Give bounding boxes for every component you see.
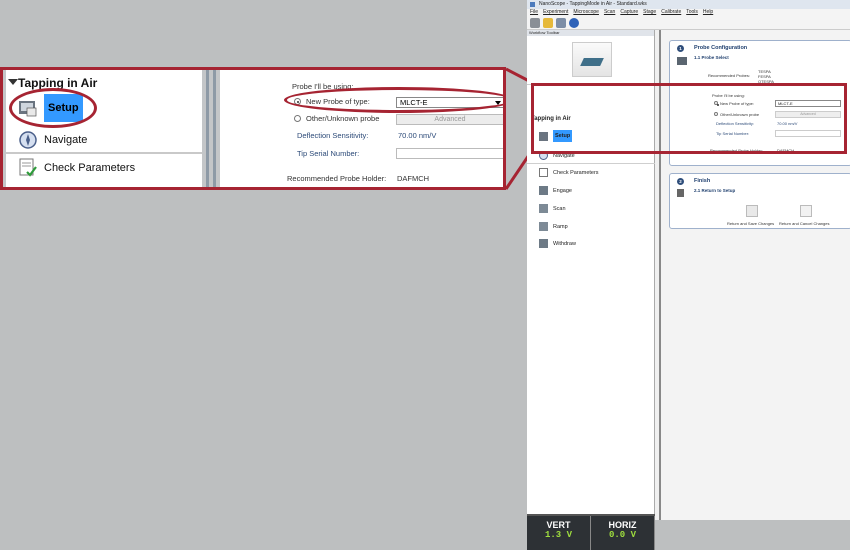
ramp-icon — [539, 222, 548, 231]
workflow-item-ramp[interactable]: Ramp — [539, 222, 568, 231]
return-save-button[interactable]: Return and Save Changes — [727, 221, 774, 226]
menu-tools[interactable]: Tools — [686, 9, 698, 16]
step-number-badge: 2 — [677, 178, 684, 185]
workflow-item-label: Check Parameters — [553, 169, 599, 176]
workflow-item-label: Engage — [553, 187, 572, 194]
return-cancel-button[interactable]: Return and Cancel Changes — [779, 221, 829, 226]
zoom-callout: Tapping in Air Setup Navigate Check Para… — [0, 67, 506, 190]
callout-separator — [6, 152, 202, 154]
navigate-icon — [19, 131, 37, 149]
callout-splitter[interactable] — [206, 70, 209, 187]
callout-navigate-label: Navigate — [44, 134, 88, 146]
engage-icon — [539, 186, 548, 195]
callout-tip-serial-label: Tip Serial Number: — [297, 149, 360, 158]
workflow-item-label: Withdraw — [553, 240, 576, 247]
scan-icon — [539, 204, 548, 213]
withdraw-icon — [539, 239, 548, 248]
save-icon[interactable] — [556, 18, 566, 28]
main-toolbar — [527, 16, 850, 30]
finish-icon — [677, 189, 684, 197]
workflow-item-engage[interactable]: Engage — [539, 186, 572, 195]
probe-image — [572, 42, 612, 77]
callout-deflection-label: Deflection Sensitivity: — [297, 131, 369, 140]
menu-calibrate[interactable]: Calibrate — [661, 9, 681, 16]
menu-stage[interactable]: Stage — [643, 9, 656, 16]
panel-title: Probe Configuration — [694, 45, 748, 51]
workflow-item-label: Scan — [553, 205, 566, 212]
vert-value: 1.3 V — [544, 530, 572, 540]
menu-help[interactable]: Help — [703, 9, 713, 16]
workflow-divider — [527, 163, 655, 164]
menu-experiment[interactable]: Experiment — [543, 9, 568, 16]
callout-deflection-value: 70.00 nm/V — [398, 131, 437, 140]
menu-capture[interactable]: Capture — [620, 9, 638, 16]
horiz-label: HORIZ — [608, 520, 637, 530]
workflow-item-scan[interactable]: Scan — [539, 204, 566, 213]
undo-icon[interactable] — [800, 205, 812, 217]
vert-label: VERT — [546, 520, 571, 530]
probe-section-highlight — [531, 83, 847, 154]
probe-type-highlight-ellipse — [284, 87, 503, 113]
probe-icon — [677, 57, 687, 65]
panel-subtitle: 1.1 Probe Select — [694, 55, 729, 60]
menu-bar: File Experiment Microscope Scan Capture … — [527, 9, 850, 16]
horiz-readout: HORIZ 0.0 V — [591, 516, 655, 550]
callout-holder-label: Recommended Probe Holder: — [287, 174, 387, 183]
callout-tip-serial-input[interactable] — [396, 148, 503, 159]
callout-navigate-step[interactable]: Navigate — [18, 130, 87, 150]
callout-advanced-button[interactable]: Advanced — [396, 114, 503, 125]
workflow-item-check-parameters[interactable]: Check Parameters — [539, 168, 599, 177]
app-window: NanoScope - TappingMode in Air - Standar… — [527, 0, 850, 550]
callout-other-probe-radio[interactable] — [294, 115, 301, 122]
help-icon[interactable] — [569, 18, 579, 28]
setup-highlight-ellipse — [9, 88, 97, 128]
step-number-badge: 1 — [677, 45, 684, 52]
callout-holder-value: DAFMCH — [397, 174, 430, 183]
recommended-probes-label: Recommended Probes: — [708, 73, 751, 78]
check-parameters-icon — [539, 168, 548, 177]
panel-title: Finish — [694, 178, 711, 184]
menu-file[interactable]: File — [530, 9, 538, 16]
workflow-item-label: Ramp — [553, 223, 568, 230]
workflow-item-withdraw[interactable]: Withdraw — [539, 239, 576, 248]
save-icon[interactable] — [746, 205, 758, 217]
menu-microscope[interactable]: Microscope — [573, 9, 599, 16]
callout-workflow-pane: Tapping in Air Setup Navigate Check Para… — [6, 70, 202, 187]
panel-subtitle: 2.1 Return to Setup — [694, 188, 736, 193]
callout-check-parameters-step[interactable]: Check Parameters — [18, 158, 135, 178]
title-bar: NanoScope - TappingMode in Air - Standar… — [527, 0, 850, 9]
microscope-icon[interactable] — [530, 18, 540, 28]
menu-scan[interactable]: Scan — [604, 9, 615, 16]
callout-check-parameters-label: Check Parameters — [44, 162, 136, 174]
open-folder-icon[interactable] — [543, 18, 553, 28]
vert-readout: VERT 1.3 V — [527, 516, 591, 550]
workflow-toolbar-title: Workflow Toolbar — [527, 30, 654, 36]
deflection-readout: VERT 1.3 V HORIZ 0.0 V — [527, 514, 655, 550]
check-parameters-icon — [19, 158, 37, 177]
callout-other-probe-label: Other/Unknown probe — [306, 114, 380, 123]
callout-splitter-2 — [213, 70, 216, 187]
finish-panel: 2 Finish 2.1 Return to Setup Return and … — [669, 173, 850, 229]
horiz-value: 0.0 V — [608, 530, 636, 540]
